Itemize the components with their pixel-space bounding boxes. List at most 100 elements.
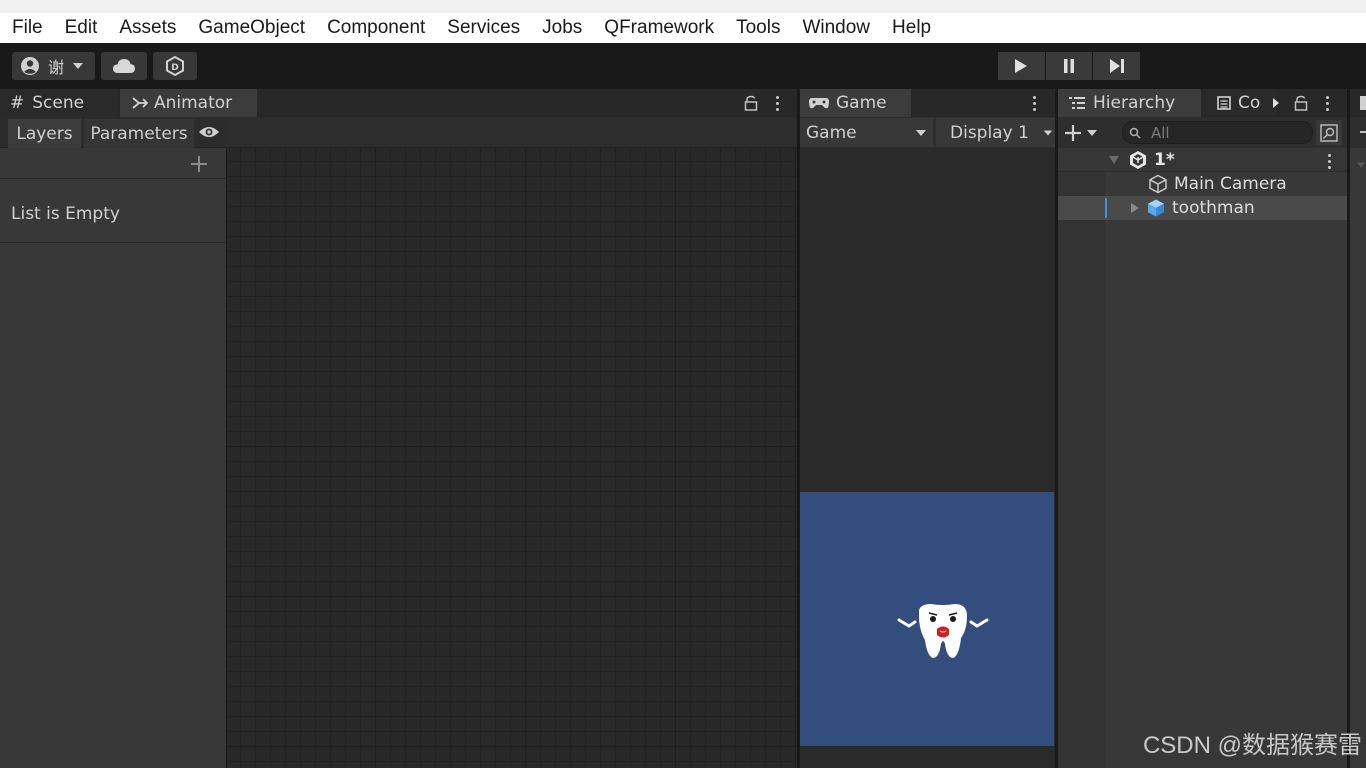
more-options-icon[interactable] bbox=[1326, 96, 1330, 111]
display-label: Display 1 bbox=[950, 122, 1029, 143]
hierarchy-toolbar: All bbox=[1058, 117, 1347, 148]
tab-hierarchy-label: Hierarchy bbox=[1093, 93, 1176, 113]
more-options-icon[interactable] bbox=[776, 96, 780, 111]
display-dropdown[interactable]: Display 1 bbox=[936, 118, 1055, 147]
menu-help[interactable]: Help bbox=[881, 13, 942, 43]
menu-tools[interactable]: Tools bbox=[725, 13, 791, 43]
account-name: 谢 bbox=[48, 58, 65, 77]
chevron-right-icon[interactable] bbox=[1272, 97, 1280, 109]
pause-icon bbox=[1064, 59, 1074, 73]
inspector-panel-edge bbox=[1350, 89, 1366, 768]
hash-icon: # bbox=[10, 93, 25, 113]
menu-jobs[interactable]: Jobs bbox=[531, 13, 593, 43]
pause-button[interactable] bbox=[1045, 52, 1093, 80]
tab-animator[interactable]: Animator bbox=[120, 89, 257, 117]
scene-options-icon[interactable] bbox=[1328, 154, 1332, 169]
splitter[interactable] bbox=[1055, 89, 1058, 768]
menu-component[interactable]: Component bbox=[316, 13, 436, 43]
animator-side-panel: Layers Parameters List is Empty bbox=[0, 117, 226, 768]
console-icon bbox=[1217, 96, 1231, 110]
chevron-down-icon bbox=[1043, 130, 1053, 136]
animator-graph-toolbar bbox=[226, 117, 798, 148]
game-mode-dropdown[interactable]: Game bbox=[800, 118, 933, 147]
add-icon bbox=[1065, 125, 1081, 141]
hierarchy-search[interactable]: All bbox=[1122, 121, 1313, 144]
play-button[interactable] bbox=[998, 52, 1045, 80]
chevron-down-icon bbox=[73, 63, 84, 69]
game-view[interactable] bbox=[800, 148, 1055, 768]
hierarchy-item-main-camera[interactable]: Main Camera bbox=[1058, 172, 1347, 196]
watermark-text: CSDN @数据猴赛雷 bbox=[1142, 732, 1362, 759]
game-mode-label: Game bbox=[806, 122, 857, 143]
hierarchy-item-toothman[interactable]: toothman bbox=[1058, 196, 1347, 220]
chevron-down-icon bbox=[1087, 130, 1097, 136]
hierarchy-tab-strip: Hierarchy Co bbox=[1058, 89, 1347, 117]
tab-hierarchy[interactable]: Hierarchy bbox=[1058, 89, 1201, 117]
step-button[interactable] bbox=[1093, 52, 1141, 80]
create-dropdown[interactable] bbox=[1064, 122, 1106, 144]
eye-icon[interactable] bbox=[198, 125, 220, 139]
prefab-icon bbox=[1148, 199, 1164, 217]
gameobject-icon bbox=[1149, 174, 1167, 194]
tab-game[interactable]: Game bbox=[800, 89, 911, 117]
more-options-icon[interactable] bbox=[1033, 96, 1037, 111]
tab-animator-label: Animator bbox=[154, 93, 233, 113]
tab-game-label: Game bbox=[836, 93, 887, 113]
step-icon bbox=[1109, 59, 1124, 73]
splitter[interactable] bbox=[797, 89, 800, 768]
tab-scene-label: Scene bbox=[32, 93, 85, 113]
menu-gameobject[interactable]: GameObject bbox=[187, 13, 316, 43]
inspector-tab-strip bbox=[1350, 89, 1366, 117]
menu-bar: File Edit Assets GameObject Component Se… bbox=[0, 0, 1366, 43]
animator-icon bbox=[132, 97, 148, 109]
cloud-button[interactable] bbox=[101, 52, 147, 80]
menu-assets[interactable]: Assets bbox=[108, 13, 187, 43]
playmode-controls bbox=[998, 52, 1141, 80]
play-icon bbox=[1015, 59, 1028, 73]
gamepad-icon bbox=[809, 98, 829, 109]
expand-arrow-icon[interactable] bbox=[1356, 161, 1366, 169]
account-icon bbox=[21, 57, 39, 75]
menu-window[interactable]: Window bbox=[791, 13, 881, 43]
collab-icon: D bbox=[166, 56, 184, 76]
expand-arrow-icon[interactable] bbox=[1108, 155, 1120, 165]
list-icon bbox=[1069, 97, 1085, 109]
inspector-icon bbox=[1360, 96, 1366, 110]
toothman-sprite bbox=[897, 604, 989, 658]
scene-search-button[interactable] bbox=[1316, 120, 1342, 145]
animator-graph-canvas[interactable] bbox=[227, 148, 798, 768]
tab-console[interactable]: Co bbox=[1206, 89, 1276, 117]
lock-icon[interactable] bbox=[1294, 95, 1308, 111]
item-label: Main Camera bbox=[1174, 174, 1287, 194]
account-dropdown[interactable]: 谢 bbox=[12, 52, 95, 80]
divider bbox=[0, 242, 226, 243]
lock-icon[interactable] bbox=[744, 95, 758, 111]
hierarchy-gutter bbox=[1058, 148, 1105, 768]
tab-parameters[interactable]: Parameters bbox=[84, 119, 194, 148]
animator-side-tabs: Layers Parameters bbox=[0, 117, 226, 148]
unity-scene-icon bbox=[1130, 150, 1146, 169]
game-viewport[interactable] bbox=[800, 492, 1054, 746]
tab-layers[interactable]: Layers bbox=[8, 119, 81, 148]
minus-icon[interactable] bbox=[1360, 131, 1366, 133]
scene-row[interactable]: 1* bbox=[1058, 148, 1347, 172]
menu-edit[interactable]: Edit bbox=[54, 13, 109, 43]
collab-button[interactable]: D bbox=[153, 52, 197, 80]
menu-qframework[interactable]: QFramework bbox=[593, 13, 725, 43]
scene-name: 1* bbox=[1154, 149, 1175, 170]
game-tab-strip: Game bbox=[800, 89, 1055, 117]
tab-scene[interactable]: # Scene bbox=[0, 89, 118, 117]
menu-file[interactable]: File bbox=[1, 13, 54, 43]
splitter[interactable] bbox=[1347, 89, 1350, 768]
game-toolbar: Game Display 1 bbox=[800, 117, 1055, 148]
chevron-down-icon bbox=[916, 130, 926, 136]
hierarchy-tree bbox=[1058, 148, 1347, 768]
search-scene-icon bbox=[1320, 123, 1338, 142]
search-icon bbox=[1129, 127, 1141, 139]
cloud-icon bbox=[113, 59, 135, 73]
add-icon[interactable] bbox=[190, 155, 208, 173]
inspector-toolbar bbox=[1350, 117, 1366, 148]
expand-arrow-icon[interactable] bbox=[1130, 202, 1140, 214]
item-label: toothman bbox=[1172, 198, 1255, 218]
menu-services[interactable]: Services bbox=[436, 13, 531, 43]
